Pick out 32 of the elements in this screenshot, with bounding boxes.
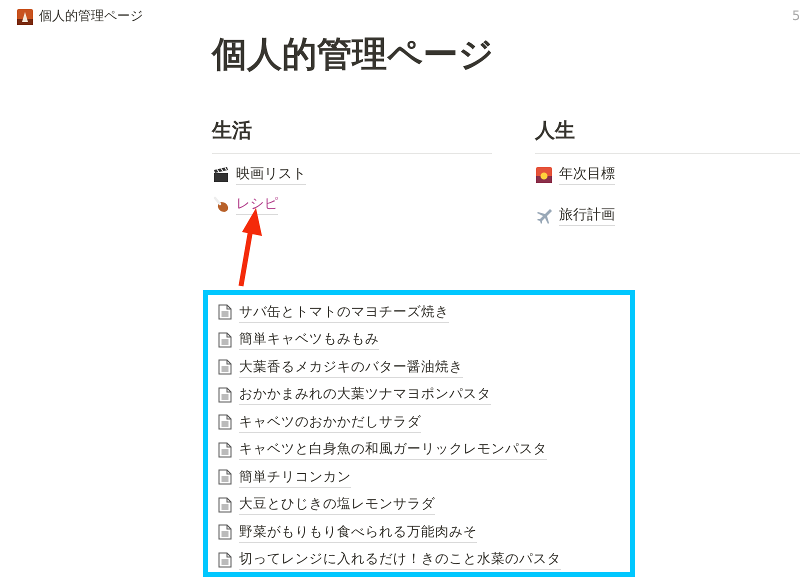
airplane-icon — [535, 206, 553, 224]
page-icon — [218, 304, 232, 320]
recipe-link[interactable]: 切ってレンジに入れるだけ！きのこと水菜のパスタ — [239, 549, 561, 570]
clapper-icon — [212, 166, 230, 184]
breadcrumb[interactable]: 個人的管理ページ — [39, 7, 143, 27]
recipe-link[interactable]: おかかまみれの大葉ツナマヨポンパスタ — [239, 384, 491, 406]
recipe-link[interactable]: 簡単キャベツもみもみ — [239, 329, 379, 350]
recipe-link[interactable]: キャベツのおかかだしサラダ — [239, 412, 421, 433]
recipe-link[interactable]: キャベツと白身魚の和風ガーリックレモンパスタ — [239, 439, 547, 460]
drumstick-icon — [212, 196, 230, 214]
page-icon — [218, 552, 232, 568]
page-icon — [218, 469, 232, 486]
page-link[interactable]: 旅行計画 — [559, 205, 615, 226]
page-icon — [218, 386, 232, 403]
page-icon — [218, 442, 232, 458]
sunrise-icon — [535, 166, 553, 184]
page-link[interactable]: 映画リスト — [236, 164, 306, 185]
page-link[interactable]: 年次目標 — [559, 164, 615, 185]
page-title: 個人的管理ページ — [212, 38, 494, 73]
recipe-link[interactable]: 簡単チリコンカン — [239, 466, 351, 488]
clock-time: 5 — [792, 8, 800, 26]
recipe-link[interactable]: 大豆とひじきの塩レモンサラダ — [239, 494, 435, 516]
page-icon — [218, 414, 232, 430]
page-icon — [218, 359, 232, 376]
recipe-link[interactable]: 大葉香るメカジキのバター醤油焼き — [239, 356, 463, 378]
section-heading: 人生 — [535, 117, 575, 144]
section-heading: 生活 — [212, 117, 252, 144]
page-icon — [218, 496, 232, 513]
recipe-link[interactable]: サバ缶とトマトのマヨチーズ焼き — [239, 302, 449, 323]
page-icon — [218, 524, 232, 540]
recipe-link[interactable]: 野菜がもりもり食べられる万能肉みそ — [239, 522, 477, 543]
page-icon — [218, 332, 232, 348]
